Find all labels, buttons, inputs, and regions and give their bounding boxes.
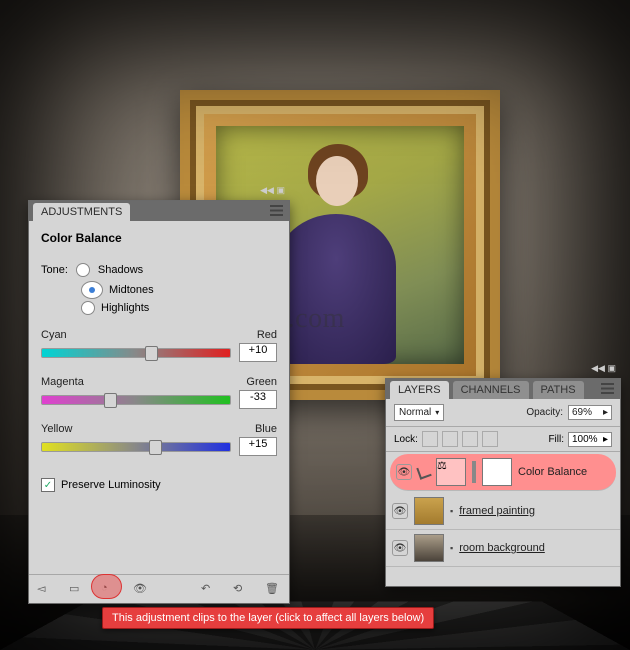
adjustments-header: ADJUSTMENTS: [29, 201, 289, 221]
slider-thumb[interactable]: [145, 346, 158, 361]
adjustment-thumb-icon: ⚖: [436, 458, 466, 486]
value-yellow-blue[interactable]: +15: [239, 437, 277, 456]
opacity-label: Opacity:: [526, 407, 563, 418]
layer-name[interactable]: Color Balance: [518, 466, 587, 478]
adjustment-title: Color Balance: [29, 221, 289, 249]
lock-label: Lock:: [394, 434, 418, 445]
lock-all-icon[interactable]: [482, 431, 498, 447]
layer-list: 👁 ⚖ Color Balance 👁 ▪ framed painting 👁 …: [386, 454, 620, 567]
layer-mask-thumb[interactable]: [482, 458, 512, 486]
panel-collapse-icon[interactable]: ◀◀ ▣: [591, 363, 616, 374]
layer-row-framed-painting[interactable]: 👁 ▪ framed painting: [386, 493, 620, 530]
opacity-input[interactable]: 69%▸: [568, 405, 612, 420]
tab-layers[interactable]: LAYERS: [390, 381, 449, 399]
layer-row-color-balance[interactable]: 👁 ⚖ Color Balance: [390, 454, 616, 491]
eye-icon[interactable]: 👁: [392, 540, 408, 556]
adjustments-panel: ◀◀ ▣ ADJUSTMENTS Color Balance Tone: Sha…: [28, 200, 290, 604]
previous-state-icon[interactable]: ↶: [201, 582, 217, 596]
lock-transparent-icon[interactable]: [422, 431, 438, 447]
value-magenta-green[interactable]: -33: [239, 390, 277, 409]
layer-row-room-background[interactable]: 👁 ▪ room background: [386, 530, 620, 567]
layers-header: LAYERS CHANNELS PATHS: [386, 379, 620, 399]
panel-menu-icon[interactable]: [270, 205, 283, 216]
highlight-clip-icon: [91, 574, 122, 599]
radio-highlights[interactable]: [81, 301, 95, 315]
label-cyan: Cyan: [41, 329, 67, 341]
radio-midtones-label: Midtones: [109, 284, 154, 296]
adjustments-footer: ◅ ▭ ◔ 👁 ↶ ⟲ 🗑: [29, 574, 289, 603]
chevron-right-icon: ▸: [603, 407, 608, 418]
label-green: Green: [246, 376, 277, 388]
layer-name[interactable]: room background: [459, 542, 545, 554]
smart-object-icon: ▪: [450, 543, 453, 553]
trash-icon[interactable]: 🗑: [265, 582, 281, 596]
lock-image-icon[interactable]: [442, 431, 458, 447]
layer-thumb: [414, 534, 444, 562]
fill-label: Fill:: [548, 434, 564, 445]
panel-collapse-icon[interactable]: ◀◀ ▣: [260, 185, 285, 196]
tab-adjustments[interactable]: ADJUSTMENTS: [33, 203, 130, 221]
radio-shadows-label: Shadows: [98, 264, 143, 276]
fill-input[interactable]: 100%▸: [568, 432, 612, 447]
layers-panel: ◀◀ ▣ LAYERS CHANNELS PATHS Normal▾ Opaci…: [385, 378, 621, 587]
panel-menu-icon[interactable]: [601, 383, 614, 394]
visibility-icon[interactable]: 👁: [133, 582, 149, 596]
clip-indicator-icon: [416, 464, 431, 479]
lock-position-icon[interactable]: [462, 431, 478, 447]
tooltip-clip-to-layer: This adjustment clips to the layer (clic…: [102, 607, 434, 629]
slider-yellow-blue[interactable]: [41, 442, 231, 452]
return-icon[interactable]: ◅: [37, 582, 53, 596]
blend-mode-select[interactable]: Normal▾: [394, 404, 444, 421]
slider-thumb[interactable]: [149, 440, 162, 455]
tab-paths[interactable]: PATHS: [533, 381, 584, 399]
expand-icon[interactable]: ▭: [69, 582, 85, 596]
label-yellow: Yellow: [41, 423, 72, 435]
radio-shadows[interactable]: [76, 263, 90, 277]
slider-cyan-red[interactable]: [41, 348, 231, 358]
slider-thumb[interactable]: [104, 393, 117, 408]
slider-magenta-green[interactable]: [41, 395, 231, 405]
preserve-luminosity-label: Preserve Luminosity: [61, 479, 161, 491]
tone-label: Tone:: [41, 264, 68, 276]
eye-icon[interactable]: 👁: [396, 464, 412, 480]
checkbox-preserve-luminosity[interactable]: ✓: [41, 478, 55, 492]
radio-highlights-label: Highlights: [101, 302, 149, 314]
label-blue: Blue: [255, 423, 277, 435]
radio-midtones[interactable]: [81, 281, 103, 299]
reset-icon[interactable]: ⟲: [233, 582, 249, 596]
link-icon: [472, 461, 476, 483]
smart-object-icon: ▪: [450, 506, 453, 516]
tab-channels[interactable]: CHANNELS: [453, 381, 529, 399]
label-magenta: Magenta: [41, 376, 84, 388]
layer-thumb: [414, 497, 444, 525]
eye-icon[interactable]: 👁: [392, 503, 408, 519]
chevron-right-icon: ▸: [603, 434, 608, 445]
chevron-down-icon: ▾: [435, 408, 439, 417]
label-red: Red: [257, 329, 277, 341]
layer-name[interactable]: framed painting: [459, 505, 535, 517]
value-cyan-red[interactable]: +10: [239, 343, 277, 362]
